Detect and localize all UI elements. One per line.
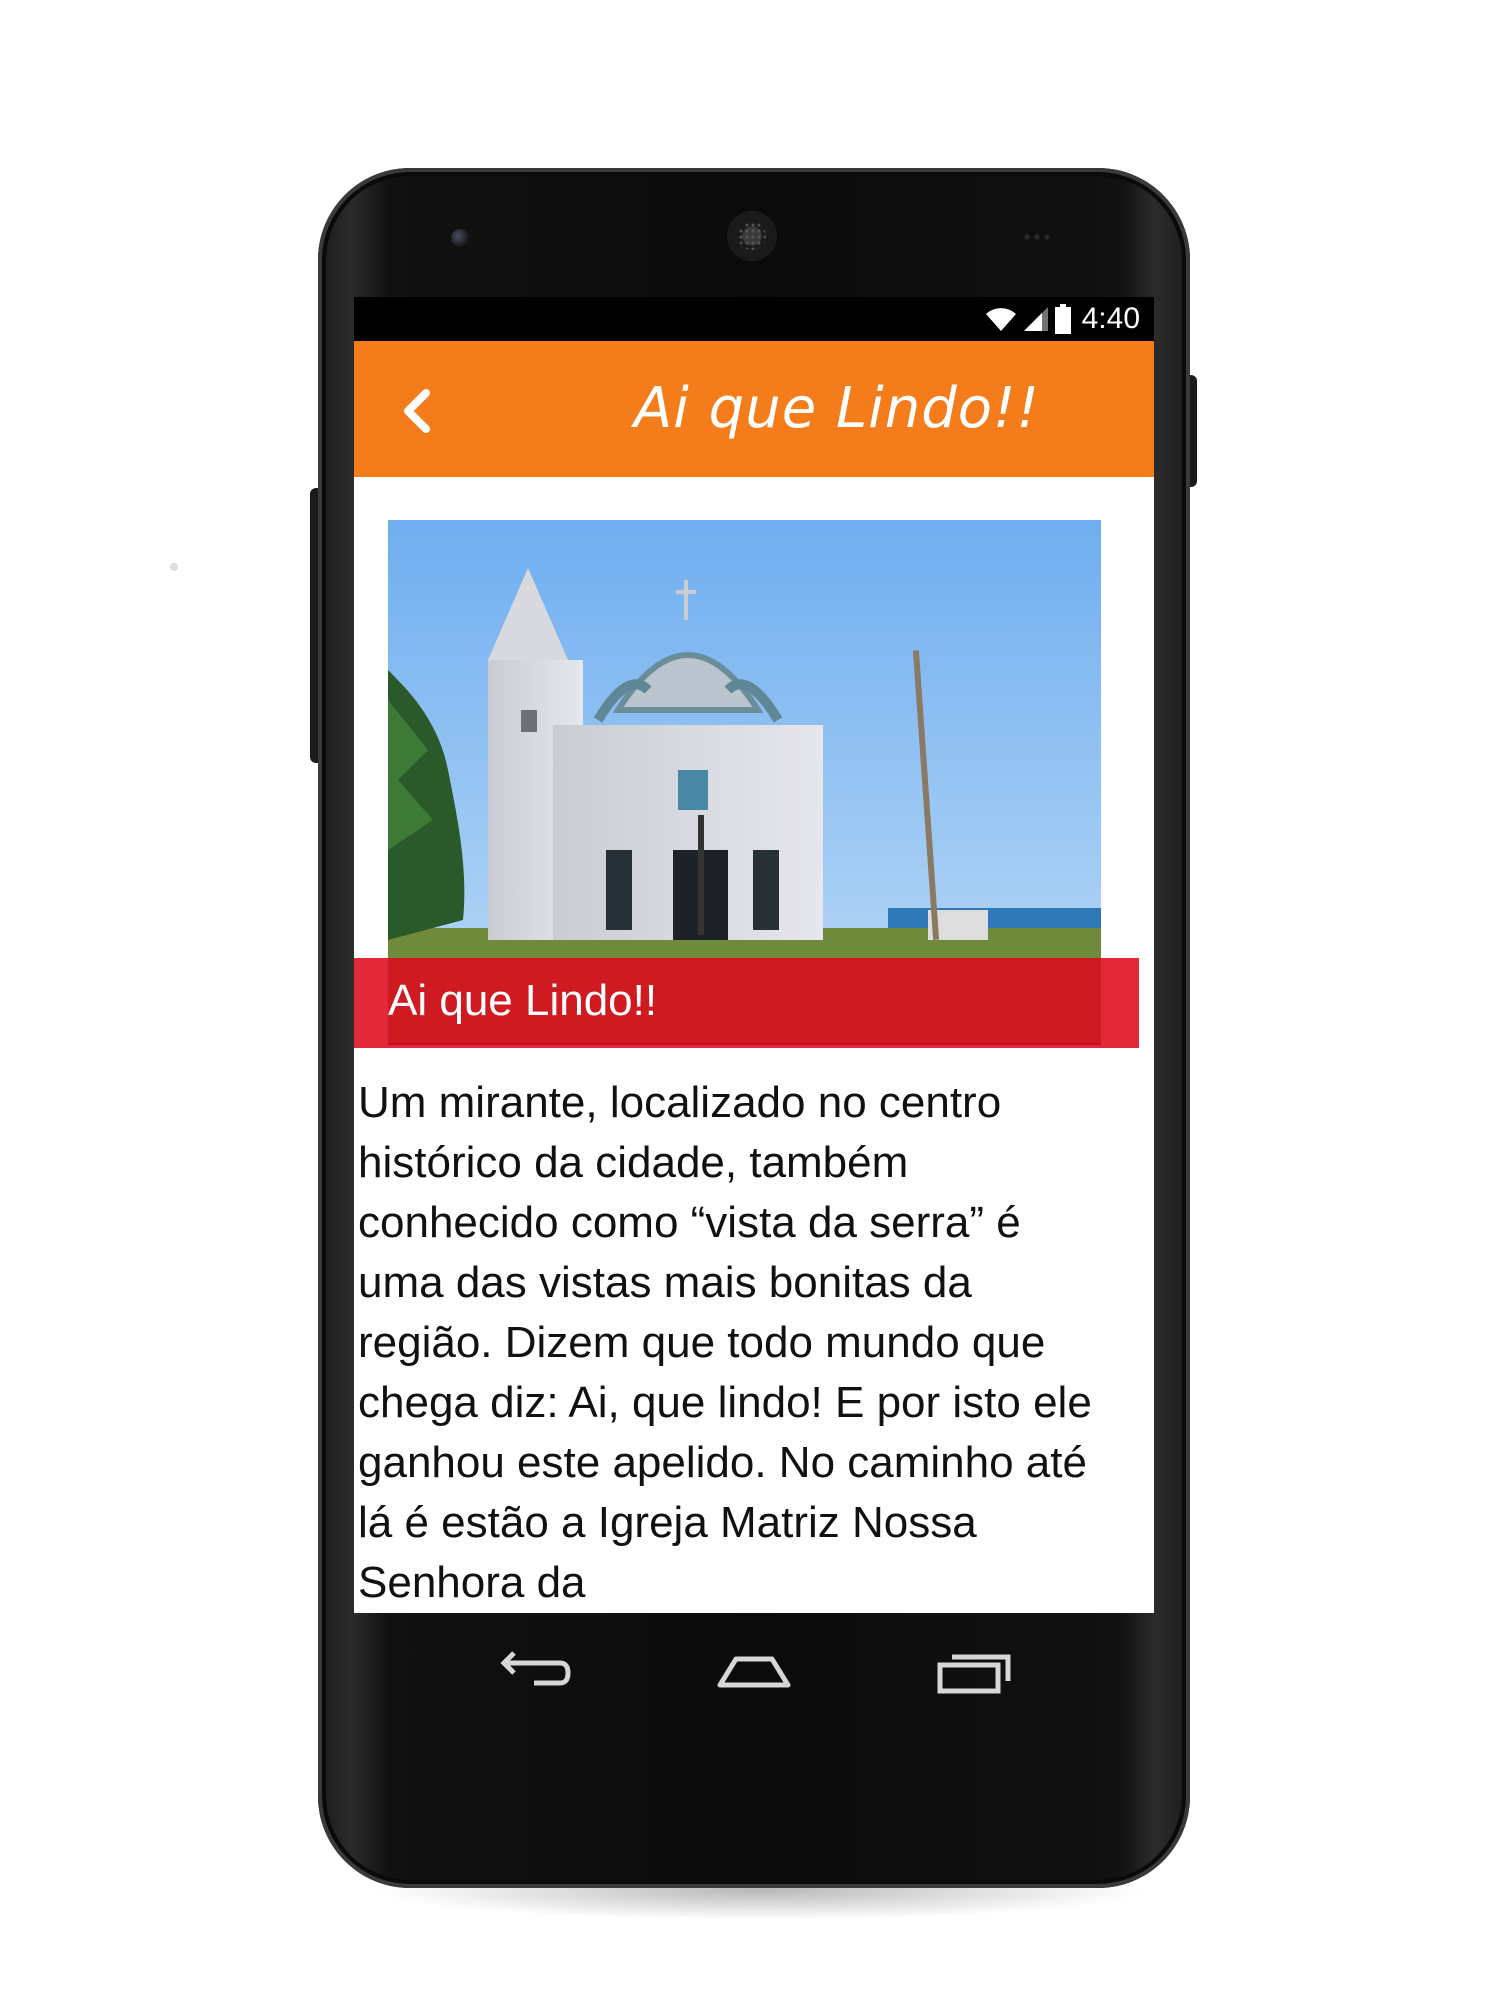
chevron-left-icon — [404, 389, 430, 433]
nav-recent-apps-button[interactable] — [934, 1647, 1014, 1697]
front-camera — [451, 229, 469, 247]
description-text: Um mirante, localizado no centro históri… — [358, 1078, 1092, 1607]
nav-back-button[interactable] — [494, 1647, 574, 1697]
navigation-bar — [354, 1613, 1154, 1733]
photo-caption-bar: Ai que Lindo!! — [354, 958, 1139, 1048]
app-bar: Ai que Lindo!! — [354, 341, 1154, 477]
back-icon — [500, 1651, 571, 1686]
phone-screen: 4:40 Ai que Lindo!! Ai que Lindo!! Um mi… — [354, 297, 1154, 1613]
home-icon — [717, 1656, 791, 1688]
nav-home-button[interactable] — [714, 1647, 794, 1697]
status-time: 4:40 — [1081, 302, 1140, 335]
photo-caption: Ai que Lindo!! — [388, 976, 658, 1025]
status-bar: 4:40 — [354, 297, 1154, 341]
proximity-sensor — [1022, 232, 1052, 242]
earpiece-speaker — [730, 214, 774, 258]
decorative-dot — [170, 563, 178, 571]
page-title: Ai que Lindo!! — [634, 376, 1040, 441]
wifi-icon — [985, 308, 1016, 331]
status-icons: 4:40 — [984, 302, 1140, 335]
signal-icon — [1023, 307, 1048, 331]
recent-apps-icon — [937, 1654, 1011, 1694]
back-button[interactable] — [390, 381, 450, 441]
battery-icon — [1054, 304, 1071, 334]
content-area: Ai que Lindo!! Um mirante, localizado no… — [354, 477, 1154, 1613]
